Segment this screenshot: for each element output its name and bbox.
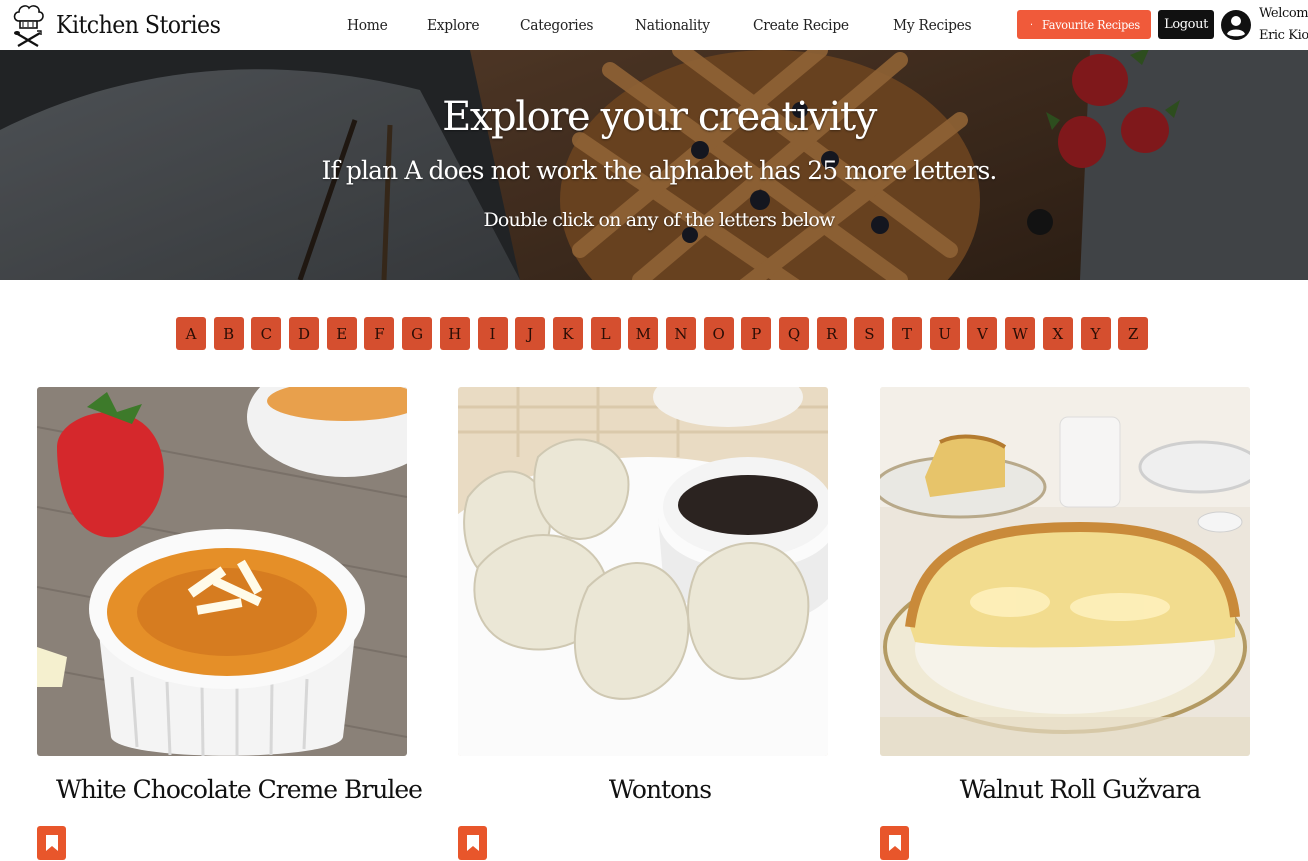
bookmark-button[interactable] (37, 826, 66, 860)
hero-subtitle: If plan A does not work the alphabet has… (321, 156, 998, 185)
brand[interactable]: Kitchen Stories (10, 3, 235, 47)
bookmark-icon (45, 835, 58, 851)
user-circle-icon[interactable] (1221, 10, 1251, 40)
letter-c-button[interactable]: C (251, 317, 282, 350)
bookmark-button[interactable] (880, 826, 909, 860)
hero-hint: Double click on any of the letters below (483, 209, 835, 231)
letter-g-button[interactable]: G (402, 317, 433, 350)
nav-explore[interactable]: Explore (427, 16, 480, 34)
letter-y-button[interactable]: Y (1080, 317, 1111, 350)
bookmark-button[interactable] (458, 826, 487, 860)
letter-s-button[interactable]: S (854, 317, 885, 350)
recipe-title[interactable]: White Chocolate Creme Brulee (37, 775, 441, 804)
letter-l-button[interactable]: L (590, 317, 621, 350)
letter-r-button[interactable]: R (816, 317, 847, 350)
letter-a-button[interactable]: A (176, 317, 206, 350)
recipe-title[interactable]: Wontons (458, 775, 862, 804)
letter-w-button[interactable]: W (1005, 317, 1036, 350)
wontons-photo[interactable] (458, 387, 828, 756)
letter-e-button[interactable]: E (326, 317, 357, 350)
nav-create-recipe[interactable]: Create Recipe (753, 16, 849, 34)
letter-b-button[interactable]: B (213, 317, 244, 350)
letter-v-button[interactable]: V (967, 317, 998, 350)
recipe-card: Walnut Roll Gužvara (880, 387, 1250, 860)
letter-x-button[interactable]: X (1042, 317, 1073, 350)
recipe-title[interactable]: Walnut Roll Gužvara (880, 775, 1280, 804)
welcome-greeting: Welcome (1259, 6, 1308, 21)
welcome-text: Welcome Eric Kiok (1259, 3, 1308, 47)
hero-banner: Explore your creativity If plan A does n… (0, 50, 1308, 280)
letter-d-button[interactable]: D (289, 317, 320, 350)
top-navbar: Kitchen Stories Home Explore Categories … (0, 0, 1308, 50)
letter-p-button[interactable]: P (741, 317, 772, 350)
letter-q-button[interactable]: Q (779, 317, 809, 350)
letter-u-button[interactable]: U (929, 317, 960, 350)
bookmark-icon (466, 835, 479, 851)
main-nav: Home Explore Categories Nationality Crea… (330, 0, 1014, 50)
letter-o-button[interactable]: O (703, 317, 734, 350)
favourite-recipes-button[interactable]: Favourite Recipes (1017, 10, 1151, 39)
nav-home[interactable]: Home (347, 16, 388, 34)
letter-j-button[interactable]: J (515, 317, 546, 350)
nav-categories[interactable]: Categories (520, 16, 593, 34)
nav-nationality[interactable]: Nationality (635, 16, 710, 34)
bookmark-icon (888, 835, 901, 851)
recipe-card: White Chocolate Creme Brulee (37, 387, 423, 860)
brand-name: Kitchen Stories (56, 11, 221, 39)
letter-n-button[interactable]: N (665, 317, 696, 350)
nav-my-recipes[interactable]: My Recipes (893, 16, 972, 34)
letter-t-button[interactable]: T (892, 317, 923, 350)
hero-title: Explore your creativity (442, 94, 877, 140)
letter-h-button[interactable]: H (439, 317, 470, 350)
welcome-username: Eric Kiok (1259, 28, 1308, 43)
letter-i-button[interactable]: I (477, 317, 508, 350)
creme-brulee-photo[interactable] (37, 387, 407, 756)
letter-f-button[interactable]: F (364, 317, 395, 350)
favourite-recipes-label: Favourite Recipes (1042, 17, 1141, 32)
logout-button[interactable]: Logout (1158, 10, 1214, 39)
walnut-roll-photo[interactable] (880, 387, 1250, 756)
chef-hat-utensils-icon (13, 5, 44, 47)
letter-k-button[interactable]: K (552, 317, 583, 350)
letter-m-button[interactable]: M (628, 317, 659, 350)
recipe-card: Wontons (458, 387, 828, 860)
letter-z-button[interactable]: Z (1118, 317, 1149, 350)
alphabet-filter: A B C D E F G H I J K L M N O P Q R S T … (176, 317, 1156, 350)
bookmark-icon (1031, 23, 1033, 26)
